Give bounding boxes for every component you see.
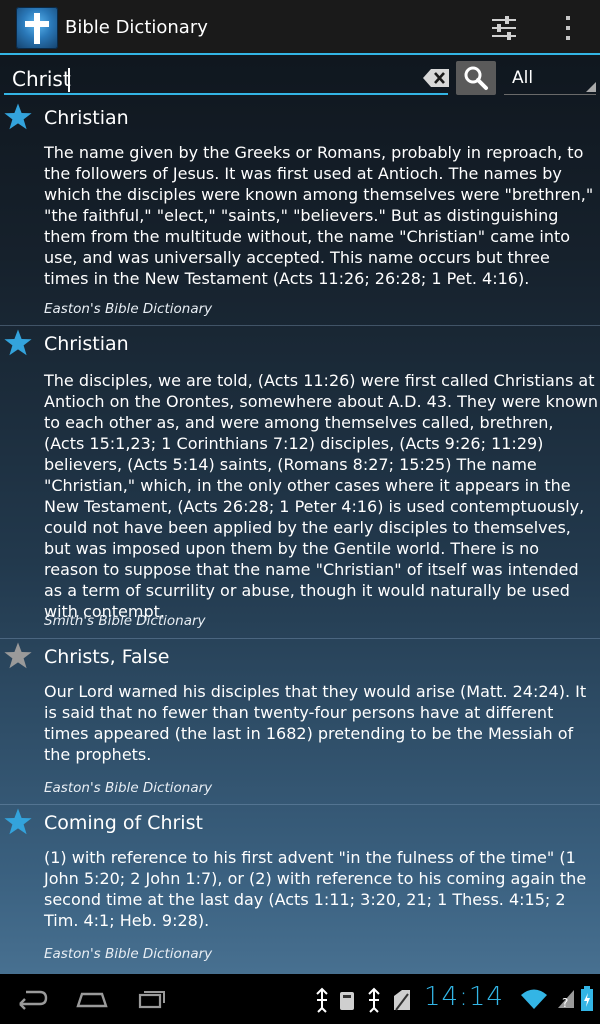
entry-definition: The name given by the Greeks or Romans, … (44, 143, 594, 288)
entry-title: Christian (44, 107, 129, 129)
list-item[interactable]: Christian The name given by the Greeks o… (0, 100, 600, 326)
entry-definition: (1) with reference to his first advent "… (44, 848, 587, 930)
back-button[interactable] (12, 982, 52, 1016)
entry-definition: The disciples, we are told, (Acts 11:26)… (44, 371, 598, 621)
app-logo-cross-icon[interactable] (16, 7, 58, 49)
search-icon (464, 66, 488, 90)
list-item[interactable]: Christian The disciples, we are told, (A… (0, 326, 600, 639)
dropdown-corner-icon (586, 82, 596, 92)
app-title: Bible Dictionary (65, 17, 208, 38)
home-icon (76, 992, 108, 1008)
signal-icon: ? (558, 990, 574, 1010)
backspace-clear-icon (423, 69, 449, 87)
entry-source: Easton's Bible Dictionary (44, 780, 213, 796)
action-bar: Bible Dictionary (0, 0, 600, 55)
status-clock: 14:14 (424, 982, 504, 1012)
search-button[interactable] (456, 61, 496, 95)
search-field[interactable] (4, 61, 449, 95)
app-screen: Bible Dictionary Christ All Christian Th… (0, 0, 600, 1024)
system-bar: 14:14 ? (0, 974, 600, 1024)
recent-apps-icon (138, 991, 165, 1009)
sliders-icon (492, 16, 516, 40)
list-item[interactable]: Christs, False Our Lord warned his disci… (0, 639, 600, 805)
results-list[interactable]: Christian The name given by the Greeks o… (0, 100, 600, 972)
search-input[interactable] (12, 65, 412, 93)
list-item[interactable]: Coming of Christ (1) with reference to h… (0, 805, 600, 972)
recent-apps-button[interactable] (132, 982, 172, 1016)
entry-source: Smith's Bible Dictionary (44, 613, 206, 629)
star-icon[interactable] (3, 102, 33, 132)
dictionary-filter-dropdown[interactable]: All (504, 61, 596, 95)
entry-title: Christian (44, 333, 129, 355)
entry-title: Christs, False (44, 646, 170, 668)
star-icon[interactable] (3, 807, 33, 837)
overflow-menu-button[interactable] (540, 0, 596, 55)
battery-icon (581, 986, 593, 1011)
search-row: All (0, 57, 600, 99)
dropdown-selected-label: All (512, 68, 534, 88)
settings-sliders-button[interactable] (476, 0, 532, 55)
back-arrow-icon (19, 990, 48, 1010)
star-icon[interactable] (3, 641, 33, 671)
home-button[interactable] (72, 982, 112, 1016)
entry-definition: Our Lord warned his disciples that they … (44, 682, 587, 764)
entry-source: Easton's Bible Dictionary (44, 301, 213, 317)
entry-source: Easton's Bible Dictionary (44, 946, 213, 962)
svg-text:?: ? (562, 996, 568, 1010)
wifi-icon (521, 989, 547, 1009)
entry-title: Coming of Christ (44, 812, 203, 834)
text-caret (68, 68, 70, 92)
clear-search-button[interactable] (422, 67, 452, 91)
notification-icons (316, 987, 410, 1013)
overflow-dots-icon (566, 16, 570, 40)
star-icon[interactable] (3, 328, 33, 358)
